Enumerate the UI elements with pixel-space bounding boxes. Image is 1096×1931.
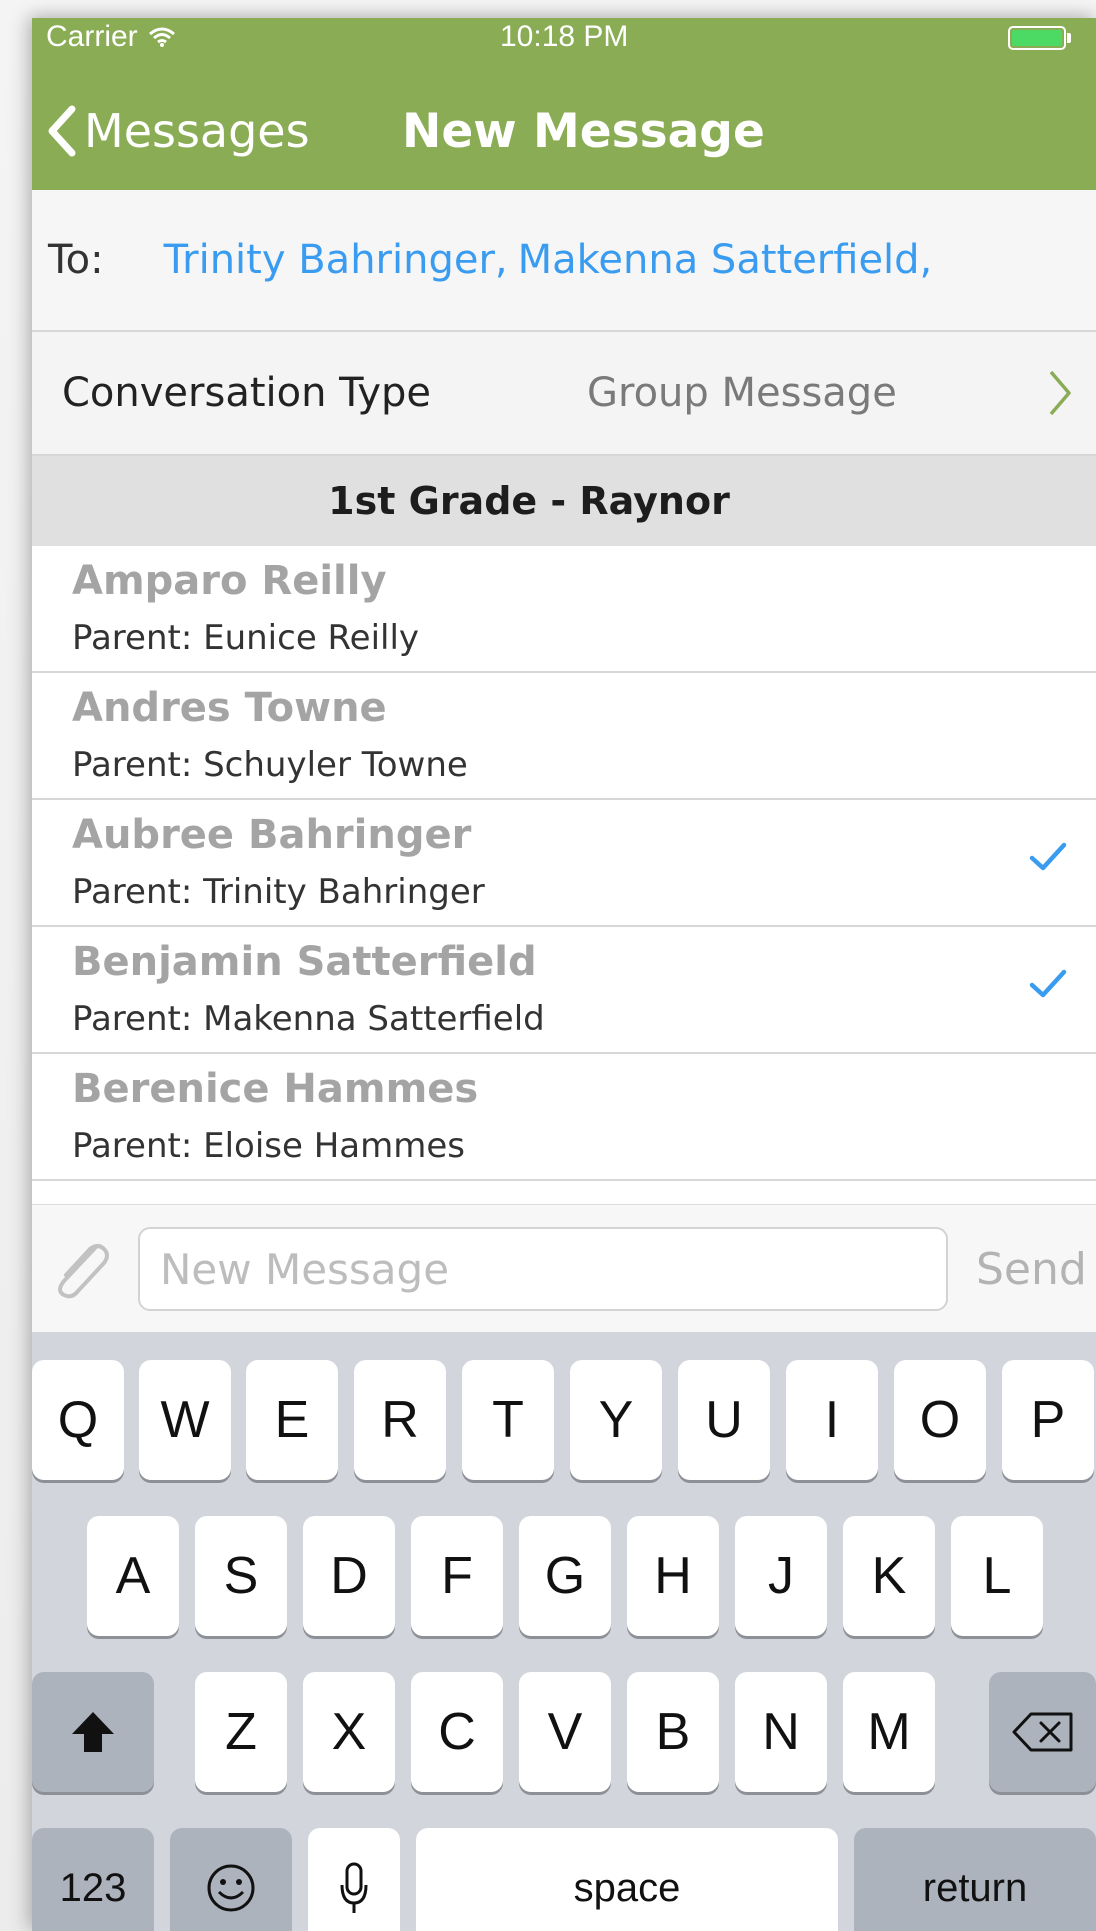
- key-y[interactable]: Y: [570, 1360, 662, 1480]
- student-row[interactable]: Amparo Reilly Parent: Eunice Reilly: [32, 546, 1096, 673]
- checkmark-icon: [1029, 969, 1067, 998]
- student-name: Amparo Reilly: [72, 558, 387, 604]
- delete-key[interactable]: [989, 1672, 1096, 1792]
- to-label: To:: [48, 237, 104, 283]
- key-g[interactable]: G: [519, 1516, 611, 1636]
- status-carrier: Carrier: [46, 20, 176, 54]
- recipients-field[interactable]: To: Trinity Bahringer, Makenna Satterfie…: [32, 190, 1096, 332]
- parent-name: Parent: Schuyler Towne: [72, 745, 468, 785]
- key-o[interactable]: O: [894, 1360, 986, 1480]
- key-f[interactable]: F: [411, 1516, 503, 1636]
- recipient-chip[interactable]: Makenna Satterfield,: [518, 237, 933, 283]
- battery-icon: [1008, 26, 1066, 50]
- key-i[interactable]: I: [786, 1360, 878, 1480]
- status-time: 10:18 PM: [500, 20, 629, 53]
- key-z[interactable]: Z: [195, 1672, 287, 1792]
- phone-screen: Carrier 10:18 PM Messages New Message To…: [32, 18, 1096, 1931]
- conversation-type-row[interactable]: Conversation Type Group Message: [32, 332, 1096, 456]
- parent-name: Parent: Eunice Reilly: [72, 618, 420, 658]
- student-row[interactable]: Benjamin Satterfield Parent: Makenna Sat…: [32, 927, 1096, 1054]
- key-w[interactable]: W: [139, 1360, 231, 1480]
- carrier-label: Carrier: [46, 20, 138, 53]
- recipient-chip[interactable]: Trinity Bahringer,: [164, 237, 508, 283]
- chevron-left-icon: [48, 105, 76, 157]
- emoji-icon: [207, 1864, 255, 1912]
- back-button[interactable]: Messages: [46, 96, 310, 166]
- key-x[interactable]: X: [303, 1672, 395, 1792]
- chevron-right-icon: [1049, 370, 1071, 416]
- parent-name: Parent: Makenna Satterfield: [72, 999, 545, 1039]
- page-title: New Message: [402, 103, 765, 159]
- screenshot-frame: Carrier 10:18 PM Messages New Message To…: [0, 0, 1096, 1931]
- key-d[interactable]: D: [303, 1516, 395, 1636]
- student-name: Berenice Hammes: [72, 1066, 479, 1112]
- parent-name: Parent: Trinity Bahringer: [72, 872, 485, 912]
- return-key[interactable]: return: [854, 1828, 1096, 1931]
- key-a[interactable]: A: [87, 1516, 179, 1636]
- backspace-icon: [1012, 1712, 1072, 1752]
- student-row[interactable]: Berenice Hammes Parent: Eloise Hammes: [32, 1054, 1096, 1181]
- back-button-label: Messages: [84, 104, 310, 158]
- key-v[interactable]: V: [519, 1672, 611, 1792]
- microphone-key[interactable]: [308, 1828, 400, 1931]
- key-u[interactable]: U: [678, 1360, 770, 1480]
- key-l[interactable]: L: [951, 1516, 1043, 1636]
- key-t[interactable]: T: [462, 1360, 554, 1480]
- student-row[interactable]: Aubree Bahringer Parent: Trinity Bahring…: [32, 800, 1096, 927]
- microphone-icon: [340, 1862, 368, 1913]
- key-h[interactable]: H: [627, 1516, 719, 1636]
- key-e[interactable]: E: [246, 1360, 338, 1480]
- conversation-type-label: Conversation Type: [62, 370, 432, 416]
- key-p[interactable]: P: [1002, 1360, 1094, 1480]
- emoji-key[interactable]: [170, 1828, 292, 1931]
- student-list: Amparo Reilly Parent: Eunice Reilly Andr…: [32, 546, 1096, 1204]
- key-s[interactable]: S: [195, 1516, 287, 1636]
- student-name: Andres Towne: [72, 685, 387, 731]
- key-m[interactable]: M: [843, 1672, 935, 1792]
- conversation-type-value: Group Message: [587, 370, 897, 416]
- key-q[interactable]: Q: [32, 1360, 124, 1480]
- navigation-bar: Carrier 10:18 PM Messages New Message: [32, 18, 1096, 190]
- key-c[interactable]: C: [411, 1672, 503, 1792]
- battery-tip: [1067, 33, 1071, 43]
- shift-key[interactable]: [32, 1672, 154, 1792]
- send-button[interactable]: Send: [976, 1227, 1087, 1311]
- student-name: Benjamin Satterfield: [72, 939, 537, 985]
- space-key[interactable]: space: [416, 1828, 838, 1931]
- class-section-header: 1st Grade - Raynor: [32, 456, 1096, 546]
- key-k[interactable]: K: [843, 1516, 935, 1636]
- key-b[interactable]: B: [627, 1672, 719, 1792]
- message-input[interactable]: New Message: [138, 1227, 948, 1311]
- wifi-icon: [148, 27, 175, 47]
- key-j[interactable]: J: [735, 1516, 827, 1636]
- student-row[interactable]: Andres Towne Parent: Schuyler Towne: [32, 673, 1096, 800]
- shift-arrow-icon: [72, 1712, 114, 1752]
- numbers-key[interactable]: 123: [32, 1828, 154, 1931]
- message-composer: New Message Send: [32, 1204, 1096, 1333]
- class-section-title: 1st Grade - Raynor: [328, 479, 730, 523]
- parent-name: Parent: Eloise Hammes: [72, 1126, 465, 1166]
- key-n[interactable]: N: [735, 1672, 827, 1792]
- paperclip-icon[interactable]: [46, 1237, 116, 1303]
- checkmark-icon: [1029, 842, 1067, 871]
- key-r[interactable]: R: [354, 1360, 446, 1480]
- student-name: Aubree Bahringer: [72, 812, 472, 858]
- keyboard: Q W E R T Y U I O P A S D F G H J K L Z …: [32, 1332, 1096, 1931]
